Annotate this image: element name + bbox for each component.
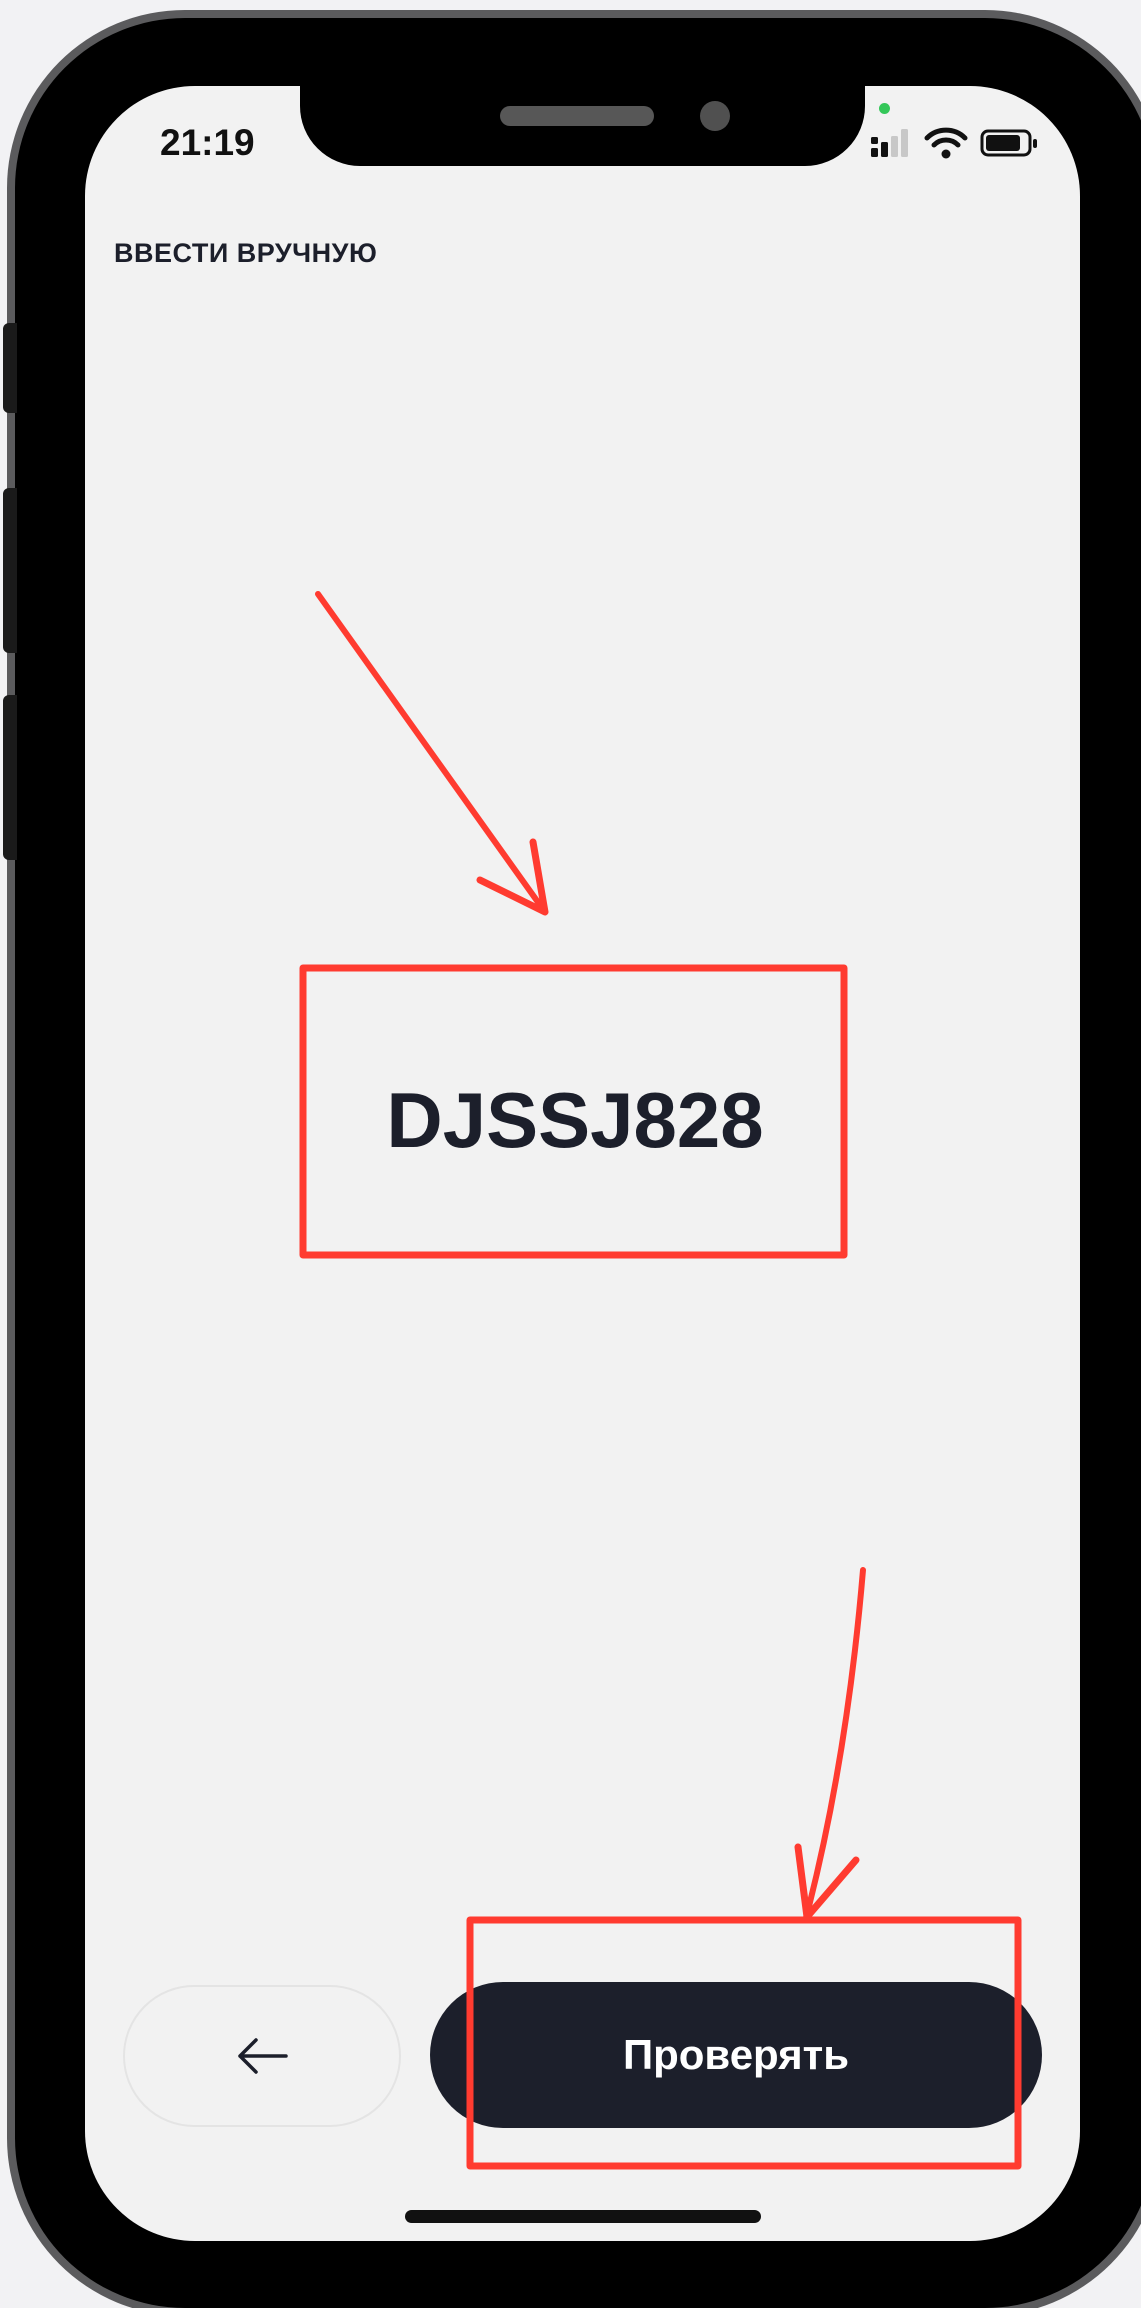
wifi-icon <box>924 127 968 159</box>
notch <box>300 86 865 166</box>
home-indicator <box>405 2210 761 2223</box>
arrow-left-icon <box>238 2038 288 2074</box>
status-time: 21:19 <box>160 122 255 163</box>
front-camera <box>700 101 730 131</box>
battery-icon <box>980 129 1037 157</box>
manual-entry-label: ВВЕСТИ ВРУЧНУЮ <box>114 238 378 268</box>
camera-active-indicator <box>879 103 890 114</box>
cellular-signal-icon <box>871 129 908 157</box>
verify-button[interactable]: Проверять <box>430 1982 1042 2128</box>
volume-up-button <box>3 488 17 653</box>
verify-button-label: Проверять <box>622 2031 850 2078</box>
entered-code: DJSSJ828 <box>386 1076 764 1164</box>
mute-switch <box>3 323 17 413</box>
status-icons <box>870 127 1040 159</box>
volume-down-button <box>3 695 17 860</box>
speaker-grille <box>500 106 654 126</box>
back-button[interactable] <box>123 1985 401 2127</box>
